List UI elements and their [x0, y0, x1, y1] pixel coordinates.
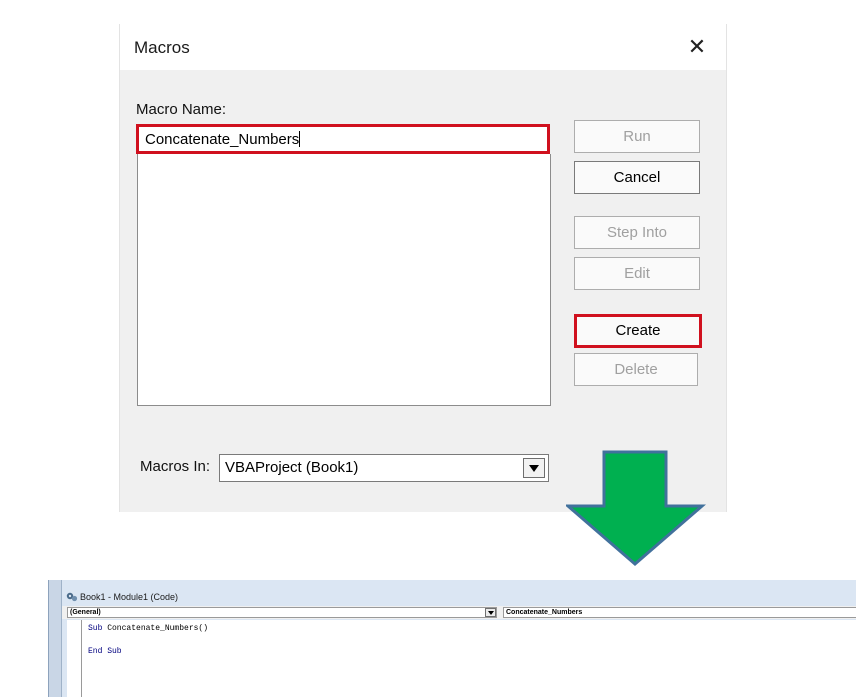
object-combo[interactable]: (General): [67, 607, 497, 618]
create-button[interactable]: Create: [574, 314, 702, 348]
code-window-titlebar: Book1 - Module1 (Code): [62, 589, 856, 605]
code-text: Concatenate_Numbers(): [102, 624, 209, 633]
dialog-titlebar: Macros ✕: [120, 24, 726, 70]
macros-dialog: Macros ✕ Macro Name: Concatenate_Numbers…: [119, 24, 727, 512]
cancel-button[interactable]: Cancel: [574, 161, 700, 194]
macro-name-input[interactable]: Concatenate_Numbers: [136, 124, 550, 154]
macros-in-value: VBAProject (Book1): [225, 459, 359, 476]
code-line-2: End Sub: [88, 647, 122, 656]
dialog-title: Macros: [134, 38, 190, 57]
macros-in-label: Macros In:: [140, 458, 211, 475]
down-arrow-icon: [566, 450, 706, 566]
procedure-combo[interactable]: Concatenate_Numbers: [503, 607, 856, 618]
vba-module-icon: [66, 592, 78, 602]
macros-in-select[interactable]: VBAProject (Book1): [219, 454, 549, 482]
step-into-button[interactable]: Step Into: [574, 216, 700, 249]
code-window-frame: Book1 - Module1 (Code) (General) Concate…: [61, 580, 856, 697]
chevron-down-icon[interactable]: [523, 458, 545, 478]
macro-name-label: Macro Name:: [136, 101, 227, 118]
chevron-down-icon[interactable]: [485, 608, 496, 617]
code-combo-bar: (General) Concatenate_Numbers: [62, 606, 856, 619]
run-button[interactable]: Run: [574, 120, 700, 153]
code-margin: [67, 620, 82, 697]
macro-name-value: Concatenate_Numbers: [145, 131, 300, 148]
code-window-title: Book1 - Module1 (Code): [80, 592, 179, 602]
code-line-1: Sub Concatenate_Numbers(): [88, 624, 208, 633]
macro-list[interactable]: [137, 154, 551, 406]
edit-button[interactable]: Edit: [574, 257, 700, 290]
code-editor[interactable]: Sub Concatenate_Numbers() End Sub: [67, 620, 856, 697]
delete-button[interactable]: Delete: [574, 353, 698, 386]
arrow-shape: [566, 450, 706, 566]
code-keyword: Sub: [88, 624, 103, 633]
close-icon[interactable]: ✕: [686, 36, 708, 58]
vba-code-window: Book1 - Module1 (Code) (General) Concate…: [48, 580, 856, 697]
text-caret: [299, 131, 301, 147]
